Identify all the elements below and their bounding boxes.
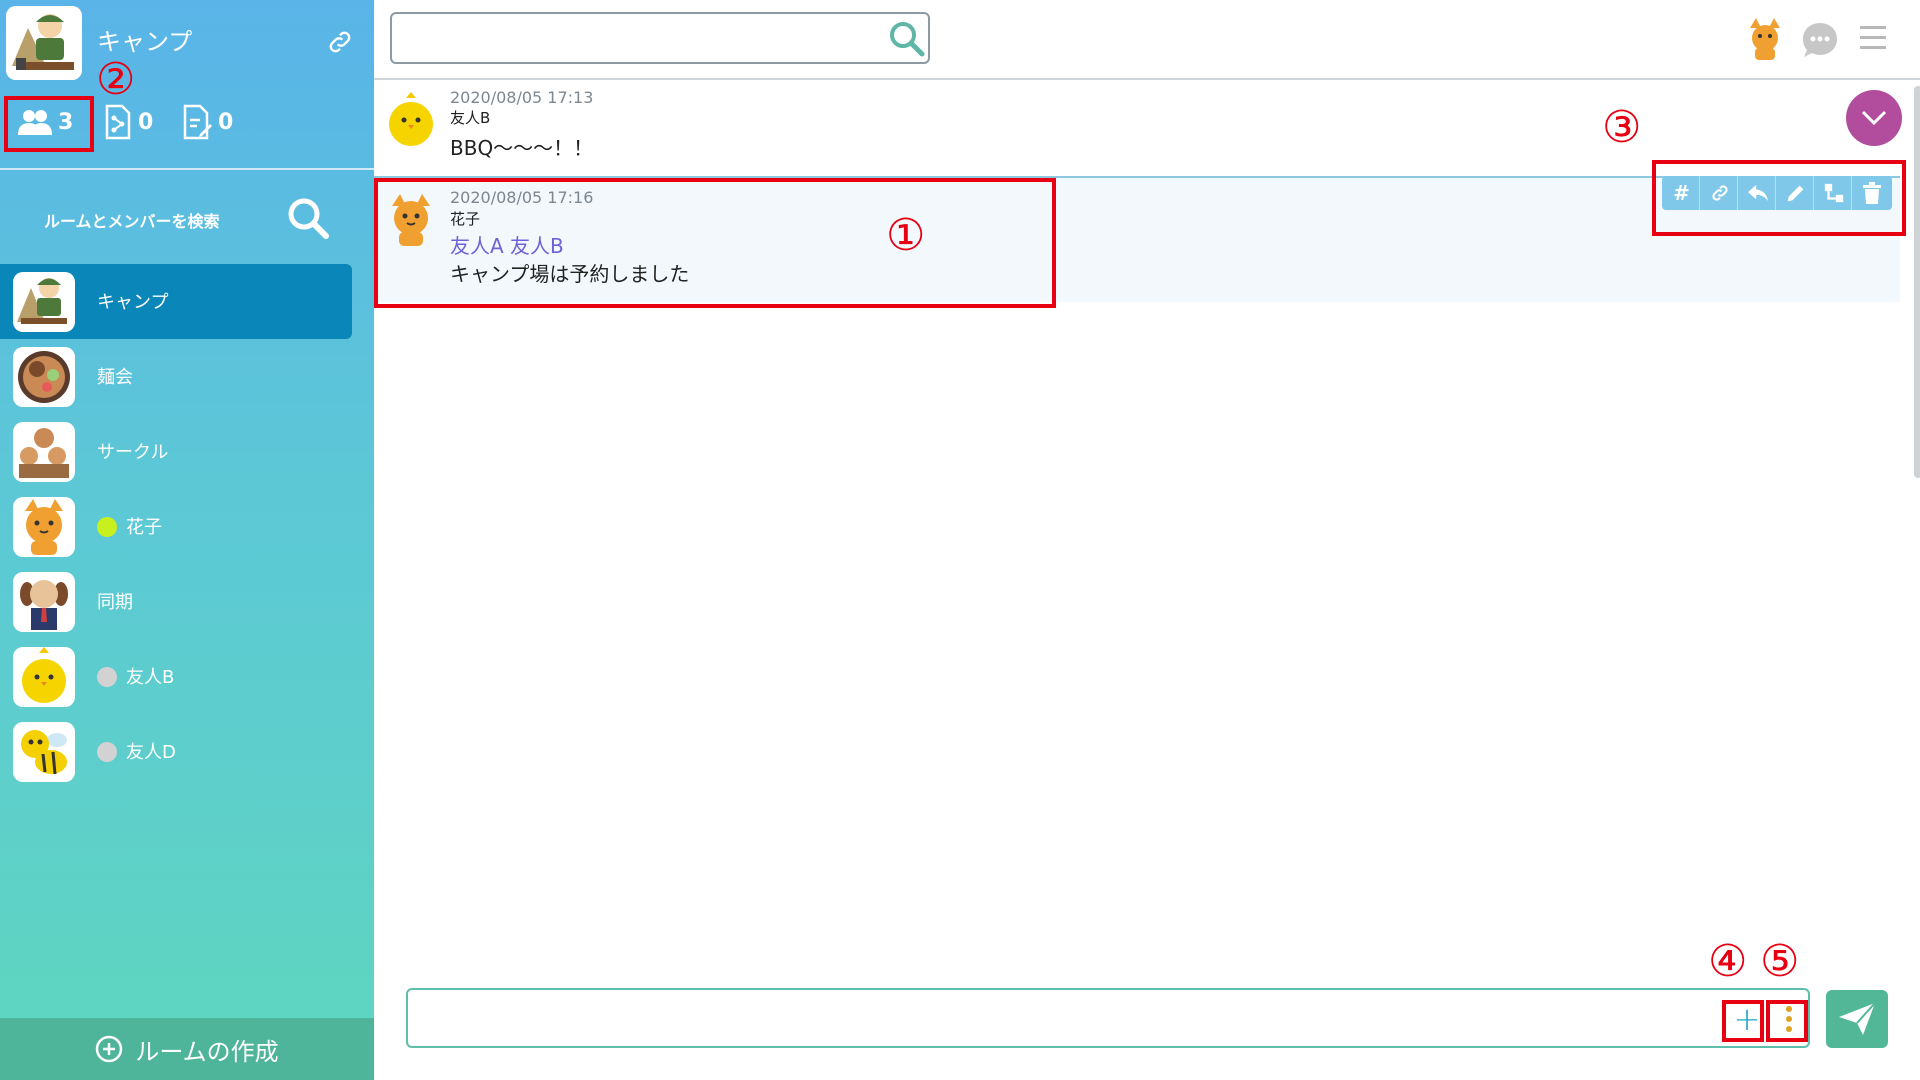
room-avatar[interactable] xyxy=(6,6,82,80)
notes-count: 0 xyxy=(218,109,234,135)
topbar xyxy=(374,0,1920,80)
room-title: キャンプ xyxy=(97,28,193,56)
room-link-icon[interactable] xyxy=(326,28,354,56)
annotation-number-5: ⑤ xyxy=(1760,936,1800,987)
presence-dot-offline xyxy=(97,742,117,762)
message-scrollbar[interactable] xyxy=(1914,86,1920,478)
sidebar: キャンプ 3 0 0 ルームとメンバーを検索 キャンプ 麺会 サークル 花子 同… xyxy=(0,0,374,1080)
files-count: 0 xyxy=(138,109,154,135)
room-member-search-label: ルームとメンバーを検索 xyxy=(44,212,220,231)
annotation-box-1 xyxy=(374,178,1056,308)
room-item-noodle[interactable]: 麺会 xyxy=(0,339,352,414)
room-list: キャンプ 麺会 サークル 花子 同期 友人B 友人D xyxy=(0,264,374,789)
presence-dot-offline xyxy=(97,667,117,687)
room-label: 花子 xyxy=(126,517,162,538)
annotation-box-4 xyxy=(1722,1000,1764,1042)
user-avatar-hanako xyxy=(13,497,75,557)
room-item-camp[interactable]: キャンプ xyxy=(0,264,352,339)
sidebar-divider xyxy=(0,168,374,170)
annotation-box-3 xyxy=(1652,160,1906,236)
message-author: 友人B xyxy=(450,109,491,127)
annotation-number-4: ④ xyxy=(1708,936,1748,987)
room-avatar-peers xyxy=(13,572,75,632)
user-avatar-friend-b xyxy=(13,647,75,707)
room-label: キャンプ xyxy=(97,292,169,313)
room-label: 麺会 xyxy=(97,367,133,388)
message-search-box xyxy=(390,12,930,64)
message-text: BBQ～～～！！ xyxy=(450,136,594,160)
presence-dot-online xyxy=(97,517,117,537)
user-avatar-friend-b xyxy=(384,92,438,148)
search-icon xyxy=(288,198,329,239)
room-avatar-circle xyxy=(13,422,75,482)
annotation-box-2 xyxy=(4,96,94,152)
create-room-label: ルームの作成 xyxy=(135,1037,279,1066)
room-item-circle[interactable]: サークル xyxy=(0,414,352,489)
annotation-box-5 xyxy=(1766,1000,1808,1042)
paper-plane-icon xyxy=(1839,1002,1876,1035)
current-user-avatar[interactable] xyxy=(1744,18,1786,60)
file-share-icon xyxy=(105,104,131,140)
chat-bubble-icon[interactable] xyxy=(1800,20,1840,60)
chevron-down-icon xyxy=(1861,110,1887,126)
add-circle-icon xyxy=(96,1035,123,1063)
message-timestamp: 2020/08/05 17:13 xyxy=(450,88,594,107)
annotation-number-1: ① xyxy=(886,210,926,261)
room-avatar-camp xyxy=(13,272,75,332)
create-room-button[interactable]: ルームの作成 xyxy=(0,1018,374,1080)
room-avatar-noodle xyxy=(13,347,75,407)
note-icon xyxy=(183,104,212,140)
room-item-hanako[interactable]: 花子 xyxy=(0,489,352,564)
user-avatar-friend-d xyxy=(13,722,75,782)
message-search-button[interactable] xyxy=(888,20,926,58)
notes-count-button[interactable]: 0 xyxy=(182,98,233,146)
scroll-to-bottom-button[interactable] xyxy=(1846,90,1902,146)
send-button[interactable] xyxy=(1826,990,1888,1048)
room-label: サークル xyxy=(97,442,169,463)
room-label: 同期 xyxy=(97,592,133,613)
message-input[interactable] xyxy=(418,1000,1708,1038)
room-item-friend-d[interactable]: 友人D xyxy=(0,714,352,789)
room-member-search: ルームとメンバーを検索 xyxy=(0,190,374,246)
files-count-button[interactable]: 0 xyxy=(104,98,153,146)
annotation-number-3: ③ xyxy=(1602,102,1642,153)
annotation-number-2: ② xyxy=(96,54,136,105)
room-member-search-button[interactable] xyxy=(286,196,330,240)
message-composer: + xyxy=(406,988,1810,1048)
hamburger-menu-icon[interactable] xyxy=(1858,22,1888,54)
room-item-peers[interactable]: 同期 xyxy=(0,564,352,639)
room-label: 友人D xyxy=(126,742,176,763)
search-icon xyxy=(890,22,925,57)
room-item-friend-b[interactable]: 友人B xyxy=(0,639,352,714)
room-label: 友人B xyxy=(126,667,175,688)
message-search-input[interactable] xyxy=(402,22,862,54)
